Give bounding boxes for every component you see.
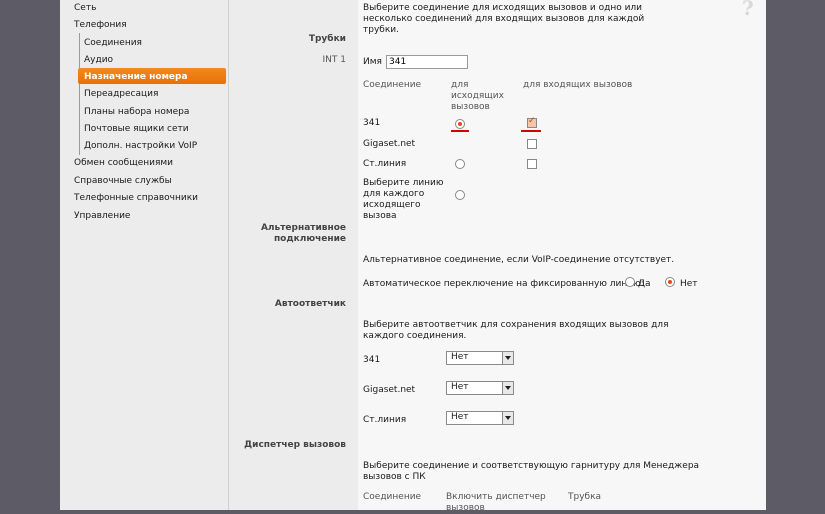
- section-label-call-dispatcher: Диспетчер вызовов: [244, 440, 346, 450]
- col-header-outgoing: для исходящих вызовов: [451, 80, 504, 112]
- col-header-connection: Соединение: [363, 80, 422, 90]
- am-select-landline-value: Нет: [451, 412, 469, 422]
- nav-item-telephony[interactable]: Телефония: [74, 20, 127, 30]
- nav-item-info-services[interactable]: Справочные службы: [74, 176, 172, 186]
- submenu-line: [79, 33, 80, 155]
- alt-no-radio[interactable]: [665, 277, 675, 287]
- alt-no-label: Нет: [680, 279, 698, 289]
- highlight-underline-outgoing: [451, 130, 469, 132]
- nav-subitem-advanced-voip[interactable]: Дополн. настройки VoIP: [84, 141, 197, 151]
- am-row-label-gigaset: Gigaset.net: [363, 385, 416, 395]
- nav-subitem-audio[interactable]: Аудио: [84, 55, 113, 65]
- am-row-label-landline: Ст.линия: [363, 415, 407, 425]
- section-label-handsets: Трубки: [308, 34, 346, 44]
- row-label-select-line: Выберите линию для каждого исходящего вы…: [363, 178, 444, 221]
- am-row-label-341: 341: [363, 355, 381, 365]
- am-select-341[interactable]: Нет: [446, 351, 514, 365]
- name-label: Имя: [363, 57, 382, 67]
- nav-subitem-network-mailboxes[interactable]: Почтовые ящики сети: [84, 124, 189, 134]
- alt-description: Альтернативное соединение, если VoIP-сое…: [363, 255, 675, 265]
- dispatcher-col-connection: Соединение: [363, 492, 422, 502]
- row-label-landline: Ст.линия: [363, 159, 407, 169]
- outgoing-radio-select-line[interactable]: [455, 190, 465, 200]
- outgoing-radio-landline[interactable]: [455, 159, 465, 169]
- chevron-down-icon: [502, 382, 513, 394]
- intro-text: Выберите соединение для исходящих вызово…: [363, 3, 645, 35]
- alt-yes-radio[interactable]: [625, 277, 635, 287]
- row-label-gigaset: Gigaset.net: [363, 139, 416, 149]
- nav-item-messaging[interactable]: Обмен сообщениями: [74, 158, 173, 168]
- question-icon[interactable]: ?: [742, 0, 754, 20]
- am-select-gigaset-value: Нет: [451, 382, 469, 392]
- dispatcher-col-enable: Включить диспетчер вызовов: [446, 492, 546, 513]
- am-select-341-value: Нет: [451, 352, 469, 362]
- incoming-checkbox-landline[interactable]: [527, 159, 537, 169]
- section-label-answering-machine: Автоответчик: [274, 299, 346, 309]
- nav-subitem-number-assignment-label: Назначение номера: [84, 72, 188, 82]
- am-select-landline[interactable]: Нет: [446, 411, 514, 425]
- chevron-down-icon: [502, 352, 513, 364]
- incoming-checkbox-341[interactable]: [527, 116, 537, 128]
- col-header-incoming: для входящих вызовов: [523, 80, 633, 90]
- nav-item-network[interactable]: Сеть: [74, 3, 96, 13]
- section-label-alt-connection: Альтернативное подключение: [260, 223, 346, 244]
- answering-description: Выберите автоответчик для сохранения вхо…: [363, 320, 669, 341]
- nav-item-directories[interactable]: Телефонные справочники: [74, 193, 198, 203]
- row-label-341: 341: [363, 118, 381, 128]
- dispatcher-description: Выберите соединение и соответствующую га…: [363, 461, 700, 482]
- handset-name-input[interactable]: [386, 55, 468, 69]
- am-select-gigaset[interactable]: Нет: [446, 381, 514, 395]
- dispatcher-col-handset: Трубка: [568, 492, 602, 502]
- nav-subitem-connections[interactable]: Соединения: [84, 38, 142, 48]
- nav-subitem-call-forwarding[interactable]: Переадресация: [84, 89, 158, 99]
- chevron-down-icon: [502, 412, 513, 424]
- outgoing-radio-341[interactable]: [455, 119, 465, 129]
- handset-int-label: INT 1: [322, 55, 346, 65]
- alt-yes-label: Да: [638, 279, 651, 289]
- incoming-checkbox-gigaset[interactable]: [527, 139, 537, 149]
- divider: [228, 0, 229, 510]
- nav-item-management[interactable]: Управление: [74, 211, 130, 221]
- nav-subitem-dialling-plans[interactable]: Планы набора номера: [84, 107, 189, 117]
- alt-switch-label: Автоматическое переключение на фиксирова…: [363, 279, 644, 289]
- highlight-underline-incoming: [521, 130, 541, 132]
